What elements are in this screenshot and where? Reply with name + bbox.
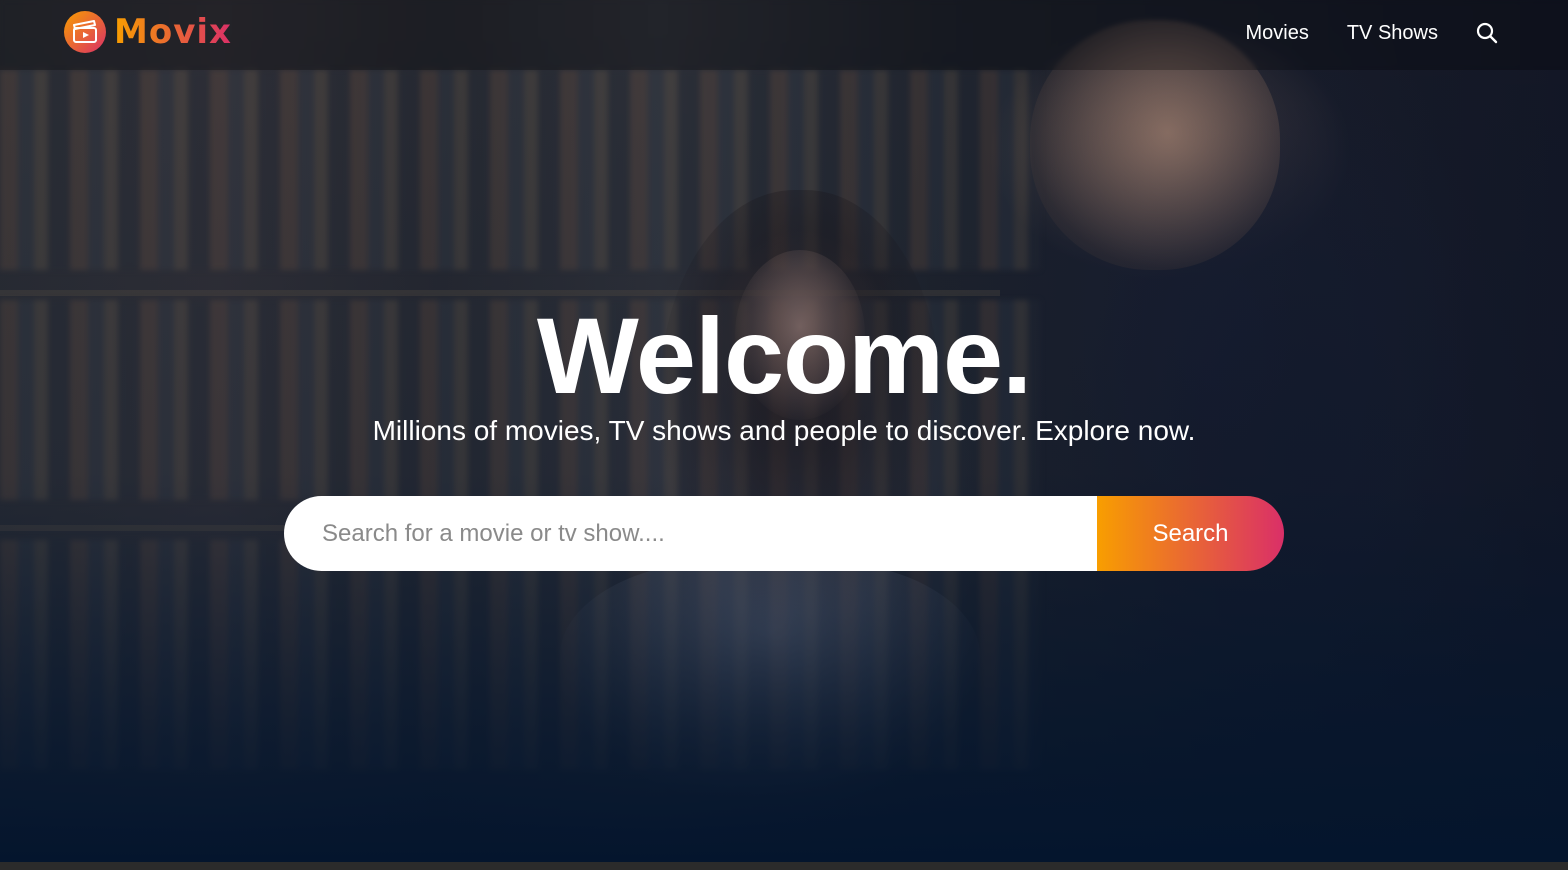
bottom-divider — [0, 862, 1568, 870]
hero-subtitle: Millions of movies, TV shows and people … — [372, 415, 1196, 446]
main-nav: Movies TV Shows — [1207, 0, 1498, 66]
search-input[interactable] — [284, 496, 1097, 571]
landing-page: Movix Movies TV Shows Welcome. Millions … — [0, 0, 1568, 870]
hero-title: Welcome. — [536, 295, 1032, 416]
search-icon[interactable] — [1476, 22, 1498, 44]
hero-section: Welcome. Millions of movies, TV shows an… — [0, 296, 1568, 571]
logo-link[interactable]: Movix — [64, 10, 232, 54]
site-header: Movix Movies TV Shows — [0, 0, 1568, 70]
search-bar: Search — [284, 496, 1284, 571]
nav-item-movies[interactable]: Movies — [1245, 22, 1308, 45]
brand-name: Movix — [114, 12, 232, 52]
clapperboard-play-icon — [64, 11, 106, 53]
nav-item-tv-shows[interactable]: TV Shows — [1347, 22, 1438, 45]
search-button[interactable]: Search — [1097, 496, 1284, 571]
